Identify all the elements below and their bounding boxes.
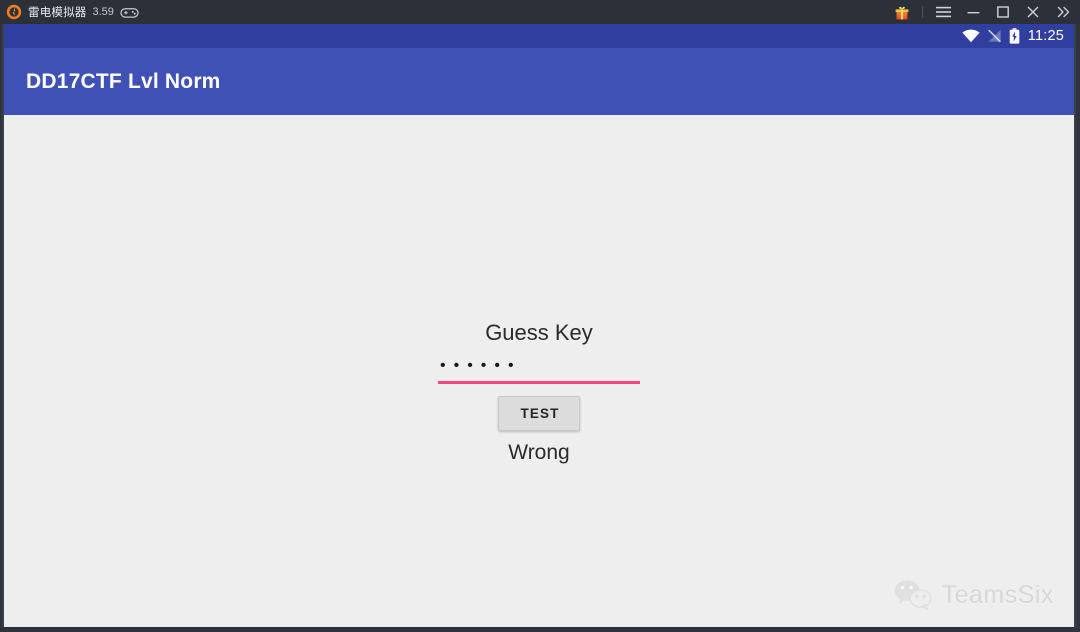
ldplayer-logo-icon	[6, 4, 22, 20]
wifi-icon	[962, 29, 980, 43]
menu-button[interactable]	[928, 0, 958, 24]
battery-charging-icon	[1009, 28, 1020, 44]
watermark-text: TeamsSix	[941, 580, 1054, 609]
maximize-button[interactable]	[988, 0, 1018, 24]
minimize-button[interactable]	[958, 0, 988, 24]
gamepad-icon[interactable]	[120, 6, 139, 19]
window-titlebar: 雷电模拟器 3.59	[0, 0, 1080, 24]
titlebar-separator	[922, 6, 923, 18]
maximize-icon	[997, 6, 1009, 18]
gift-icon	[895, 6, 909, 19]
guess-key-form: Guess Key TEST Wrong	[438, 320, 640, 465]
android-device-screen: 11:25 DD17CTF Lvl Norm Guess Key TEST Wr…	[2, 24, 1076, 629]
titlebar-controls	[887, 0, 1078, 24]
double-chevron-right-icon	[1057, 6, 1069, 18]
titlebar-left-group: 雷电模拟器 3.59	[6, 4, 887, 20]
emulator-window: 雷电模拟器 3.59 11:25 DD17CTF Lvl Norm Guess …	[0, 0, 1080, 632]
signal-off-icon	[988, 29, 1001, 43]
test-button[interactable]: TEST	[497, 396, 581, 431]
guess-key-input[interactable]	[438, 358, 640, 384]
guess-key-label: Guess Key	[485, 320, 593, 345]
expand-sidebar-button[interactable]	[1048, 0, 1078, 24]
close-icon	[1027, 6, 1039, 18]
app-content-area: Guess Key TEST Wrong	[4, 115, 1074, 627]
result-message: Wrong	[508, 441, 570, 464]
android-status-bar: 11:25	[4, 24, 1074, 48]
app-bar: DD17CTF Lvl Norm	[4, 48, 1074, 115]
app-bar-title: DD17CTF Lvl Norm	[26, 69, 221, 93]
hamburger-menu-icon	[935, 6, 951, 18]
titlebar-app-name: 雷电模拟器	[28, 7, 87, 19]
watermark: TeamsSix	[893, 579, 1054, 611]
gift-button[interactable]	[887, 0, 917, 24]
status-bar-clock: 11:25	[1027, 28, 1064, 44]
wechat-icon	[894, 580, 932, 611]
close-button[interactable]	[1018, 0, 1048, 24]
minimize-icon	[967, 11, 979, 13]
titlebar-version: 3.59	[92, 6, 114, 18]
